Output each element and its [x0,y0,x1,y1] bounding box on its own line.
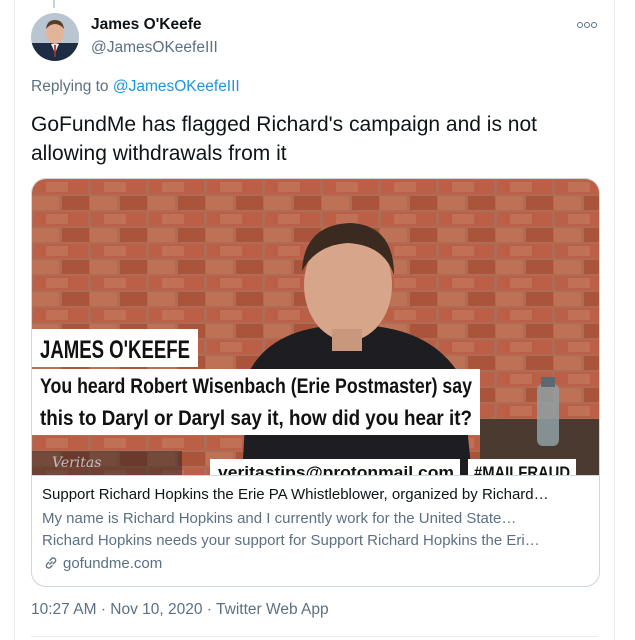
link-icon [45,557,57,569]
card-video-thumbnail[interactable]: Veritas JAMES O'KEEFE You heard Robert W… [32,179,599,475]
tweet-time[interactable]: 10:27 AM [31,601,97,618]
meta-separator: · [100,601,106,618]
author-name[interactable]: James O'Keefe [91,16,202,34]
avatar-image [31,13,79,61]
avatar[interactable] [31,13,79,61]
thread-connector-line [53,0,55,8]
meta-separator: · [206,601,212,618]
author-handle[interactable]: @JamesOKeefeIII [91,39,218,57]
replying-to-link[interactable]: @JamesOKeefeIII [113,78,240,95]
card-domain: gofundme.com [42,554,162,572]
card-description-line-2: Richard Hopkins needs your support for S… [42,532,540,549]
media-caption-line-2: this to Daryl or Daryl say it, how did y… [40,407,472,430]
tweet-text-line-1: GoFundMe has flagged Richard's campaign … [31,113,537,136]
timeline-border-right [614,0,615,640]
link-preview-card[interactable]: Veritas JAMES O'KEEFE You heard Robert W… [31,178,600,587]
tweet-text-line-2: allowing withdrawals from it [31,142,287,165]
media-email: veritastips@protonmail.com [218,463,454,475]
tweet-meta: 10:27 AM · Nov 10, 2020 · Twitter Web Ap… [31,601,329,619]
card-domain-text: gofundme.com [63,554,163,572]
tweet-source[interactable]: Twitter Web App [216,601,329,618]
replying-to-label: Replying to [31,78,109,95]
media-name-label: JAMES O'KEEFE [40,336,190,364]
media-watermark: Veritas [52,455,101,471]
tweet-date[interactable]: Nov 10, 2020 [110,601,202,618]
tweet-text: GoFundMe has flagged Richard's campaign … [31,110,591,168]
more-dots-icon[interactable] [574,14,600,36]
card-info[interactable]: Support Richard Hopkins the Erie PA Whis… [32,475,599,572]
divider [31,636,598,637]
card-title: Support Richard Hopkins the Erie PA Whis… [42,486,549,503]
card-description-line-1: My name is Richard Hopkins and I current… [42,510,517,527]
timeline-border-left [14,0,15,640]
replying-to: Replying to @JamesOKeefeIII [31,78,240,96]
media-caption-line-1: You heard Robert Wisenbach (Erie Postmas… [40,375,472,398]
media-hashtag: #MAILFRAUD [474,463,570,475]
